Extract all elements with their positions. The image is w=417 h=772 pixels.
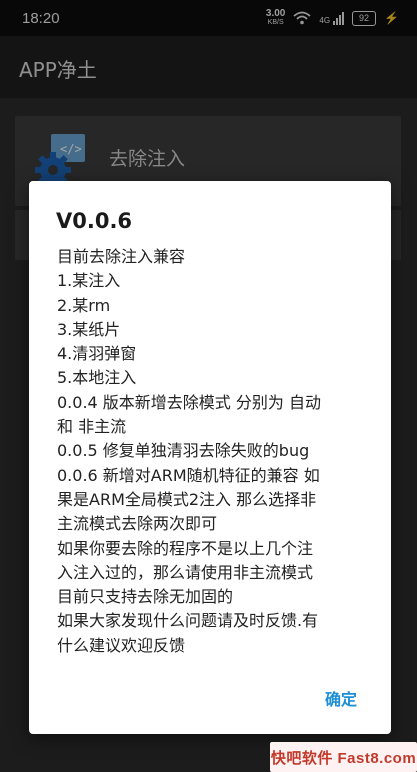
- dialog-line: 3.某纸片: [57, 319, 121, 339]
- dialog-line: 5.本地注入: [57, 368, 137, 388]
- dialog-line: 0.0.6 新增对ARM随机特征的兼容 如: [57, 465, 320, 485]
- dialog-line: 目前去除注入兼容: [57, 247, 186, 266]
- confirm-button[interactable]: 确定: [325, 686, 357, 710]
- dialog-line: 和 非主流: [57, 417, 127, 437]
- dialog-line: 0.0.5 修复单独清羽去除失败的bug: [57, 441, 310, 461]
- dialog-message: 目前去除注入兼容 1.某注入 2.某rm 3.某纸片 4.清羽弹窗 5.本地注入…: [57, 245, 375, 658]
- dialog-line: 如果大家发现什么问题请及时反馈.有: [57, 611, 319, 631]
- version-dialog: V0.0.6 目前去除注入兼容 1.某注入 2.某rm 3.某纸片 4.清羽弹窗…: [29, 181, 391, 734]
- watermark-text: 快吧软件 Fast8.com: [270, 749, 417, 767]
- dialog-line: 如果你要去除的程序不是以上几个注: [57, 538, 314, 558]
- watermark-logo: 快吧软件 Fast8.com: [270, 742, 417, 772]
- dialog-line: 0.0.4 版本新增去除模式 分别为 自动: [57, 392, 321, 412]
- dialog-line: 2.某rm: [57, 295, 111, 315]
- dialog-line: 什么建议欢迎反馈: [57, 635, 186, 655]
- dialog-line: 入注入过的，那么请使用非主流模式: [57, 562, 314, 582]
- dialog-line: 4.清羽弹窗: [57, 344, 137, 364]
- dialog-line: 果是ARM全局模式2注入 那么选择非: [57, 489, 317, 509]
- dialog-line: 1.某注入: [57, 271, 121, 291]
- dialog-line: 目前只支持去除无加固的: [57, 587, 234, 607]
- dialog-title: V0.0.6: [56, 209, 133, 233]
- dialog-line: 主流模式去除两次即可: [57, 514, 218, 534]
